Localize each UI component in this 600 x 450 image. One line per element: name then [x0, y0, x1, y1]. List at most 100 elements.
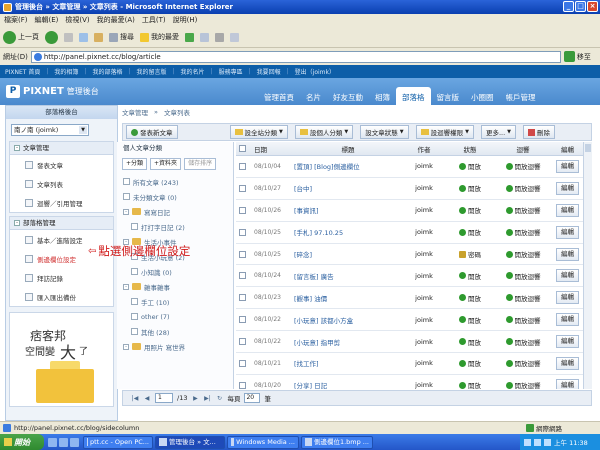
edit-button[interactable]: 編輯 — [556, 378, 579, 389]
edit-button[interactable]: 編輯 — [556, 313, 579, 327]
folder-quicklaunch-icon[interactable] — [59, 437, 68, 447]
top-link-report[interactable]: 我要回報 — [257, 67, 281, 76]
account-select[interactable]: 南ノ南 (joimk) ▼ — [11, 124, 89, 136]
sidebar-item-article-list[interactable]: 文章列表 — [10, 174, 113, 193]
row-comment[interactable]: 開放迴響 — [494, 161, 552, 171]
row-title[interactable]: [手札] 97.10.25 — [294, 227, 402, 237]
go-button[interactable]: 移至 — [563, 51, 591, 62]
row-checkbox[interactable] — [238, 359, 246, 367]
more-button[interactable]: 更多... ▼ — [480, 125, 516, 139]
edit-page-button[interactable] — [230, 32, 239, 42]
row-status[interactable]: 開放 — [446, 315, 494, 325]
row-comment[interactable]: 開放迴響 — [494, 183, 552, 193]
comment-permission-button[interactable]: 設迴響權限 ▼ — [415, 125, 474, 139]
first-page-icon[interactable]: |◀ — [131, 394, 139, 402]
row-comment[interactable]: 開放迴響 — [494, 337, 552, 347]
row-title[interactable]: [找工作] — [294, 358, 402, 368]
row-title[interactable]: [置頂] [Blog]側邊欄位 — [294, 161, 402, 171]
delete-button[interactable]: 刪除 — [523, 125, 555, 139]
save-order-button[interactable]: 儲存排序 — [184, 158, 217, 170]
back-button[interactable]: 上一頁 — [3, 30, 39, 44]
category-item[interactable]: 其他 (28) — [117, 324, 233, 339]
article-status-button[interactable]: 設文章狀態 ▼ — [360, 125, 409, 139]
ie-quicklaunch-icon[interactable] — [48, 437, 57, 447]
category-item[interactable]: other (7) — [117, 309, 233, 324]
task-media[interactable]: Windows Media ... — [227, 435, 299, 449]
row-status[interactable]: 開放 — [446, 293, 494, 303]
pixnet-logo[interactable]: P PIXNET 管理後台 — [6, 85, 99, 98]
row-comment[interactable]: 開放迴響 — [494, 249, 552, 259]
sidebar-group-header[interactable]: - 部落格管理 — [10, 217, 113, 230]
row-title[interactable]: [小玩意] 該都小方盒 — [294, 315, 402, 325]
address-input[interactable]: http://panel.pixnet.cc/blog/article — [30, 50, 561, 63]
row-checkbox[interactable] — [238, 294, 246, 302]
stop-button[interactable] — [64, 32, 73, 42]
row-comment[interactable]: 開放迴響 — [494, 358, 552, 368]
row-title[interactable]: [碎念] — [294, 249, 402, 259]
row-checkbox[interactable] — [238, 381, 246, 389]
top-link-service[interactable]: 服務專區 — [219, 67, 243, 76]
add-folder-button[interactable]: +資料夾 — [150, 158, 182, 170]
category-item[interactable]: 所有文章 (243) — [117, 174, 233, 189]
tab-admin-home[interactable]: 管理首頁 — [258, 87, 300, 105]
row-checkbox[interactable] — [238, 228, 246, 236]
media-button[interactable] — [185, 32, 194, 42]
edit-button[interactable]: 編輯 — [556, 159, 579, 173]
row-checkbox[interactable] — [238, 316, 246, 324]
row-status[interactable]: 開放 — [446, 380, 494, 389]
sidebar-item-backup[interactable]: 匯入匯出備份 — [10, 287, 113, 306]
collapse-icon[interactable]: - — [123, 283, 129, 290]
home-button[interactable] — [94, 32, 103, 42]
row-title[interactable]: [留言板] 廣告 — [294, 271, 402, 281]
edit-button[interactable]: 編輯 — [556, 247, 579, 261]
forward-button[interactable] — [45, 30, 58, 44]
personal-category-button[interactable]: 設個人分類 ▼ — [294, 125, 354, 139]
top-link-logout[interactable]: 登出（joimk） — [295, 67, 335, 76]
refresh-icon[interactable]: ↻ — [215, 394, 223, 402]
row-checkbox[interactable] — [238, 250, 246, 258]
row-checkbox[interactable] — [238, 162, 246, 170]
refresh-button[interactable] — [79, 32, 88, 42]
top-link-home[interactable]: PIXNET 首頁 — [5, 67, 40, 76]
maximize-button[interactable]: □ — [575, 1, 586, 12]
row-title[interactable]: [台中] — [294, 183, 402, 193]
tab-card[interactable]: 名片 — [300, 87, 327, 105]
top-link-album[interactable]: 我的相簿 — [54, 67, 78, 76]
breadcrumb-article-manage[interactable]: 文章管理 — [122, 107, 148, 117]
row-checkbox[interactable] — [238, 338, 246, 346]
task-paint[interactable]: 側邊欄位1.bmp ... — [301, 435, 373, 449]
search-button[interactable]: 搜尋 — [109, 32, 134, 42]
per-page-select[interactable]: 20 — [244, 393, 261, 403]
edit-button[interactable]: 編輯 — [556, 335, 579, 349]
tab-guestbook[interactable]: 留言版 — [431, 87, 466, 105]
row-comment[interactable]: 開放迴響 — [494, 205, 552, 215]
scrollbar-thumb[interactable] — [585, 144, 591, 152]
top-link-guestbook[interactable]: 我的留言版 — [136, 67, 166, 76]
sidebar-item-new-post[interactable]: 發表文章 — [10, 155, 113, 174]
row-status[interactable]: 開放 — [446, 161, 494, 171]
category-folder[interactable]: - 寫寫日記 — [117, 204, 233, 219]
row-status[interactable]: 開放 — [446, 358, 494, 368]
row-status[interactable]: 密碼 — [446, 249, 494, 259]
row-status[interactable]: 開放 — [446, 337, 494, 347]
edit-button[interactable]: 編輯 — [556, 356, 579, 370]
edit-button[interactable]: 編輯 — [556, 269, 579, 283]
row-title[interactable]: [小玩意] 指甲剪 — [294, 337, 402, 347]
category-folder[interactable]: - 用照片 寫世界 — [117, 339, 233, 354]
menu-file[interactable]: 檔案(F) — [4, 15, 28, 25]
tab-album[interactable]: 相簿 — [369, 87, 396, 105]
edit-button[interactable]: 編輯 — [556, 225, 579, 239]
top-link-card[interactable]: 我的名片 — [181, 67, 205, 76]
row-status[interactable]: 開放 — [446, 271, 494, 281]
volume-icon[interactable] — [534, 438, 541, 446]
row-title[interactable]: [分享] 日記 — [294, 380, 402, 389]
mail-button[interactable] — [200, 32, 209, 42]
row-checkbox[interactable] — [238, 206, 246, 214]
start-button[interactable]: 開始 — [0, 434, 44, 450]
row-status[interactable]: 開放 — [446, 227, 494, 237]
print-button[interactable] — [215, 32, 224, 42]
table-scrollbar[interactable] — [583, 142, 592, 389]
tab-account[interactable]: 帳戶管理 — [500, 87, 542, 105]
row-checkbox[interactable] — [238, 272, 246, 280]
tab-circle[interactable]: 小圈圈 — [465, 87, 500, 105]
